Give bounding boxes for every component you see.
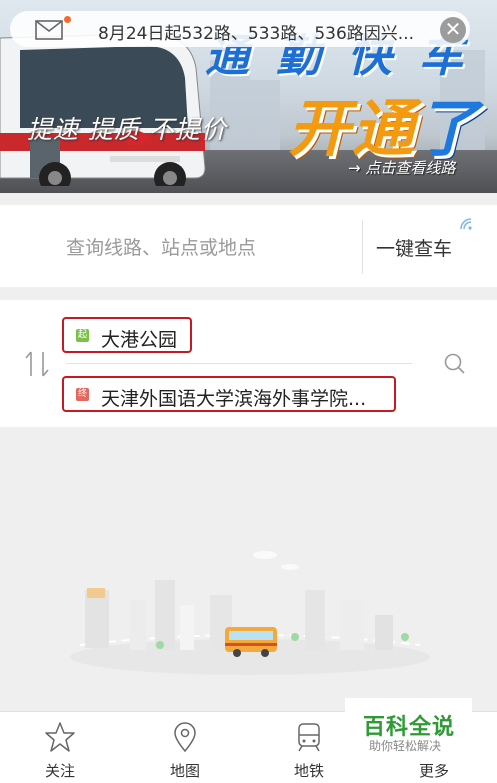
tab-map-label: 地图 (169, 762, 200, 780)
search-input[interactable]: 查询线路、站点或地点 (66, 233, 256, 260)
swap-icon[interactable] (24, 348, 50, 380)
map-pin-icon (174, 722, 196, 753)
route-divider (66, 363, 412, 364)
banner-kaitong-le: 了 (416, 92, 481, 165)
tab-metro-label: 地铁 (293, 762, 324, 780)
banner-kaitong-main: 开通 (288, 92, 417, 165)
close-icon[interactable]: ✕ (440, 17, 466, 43)
unread-dot (64, 16, 71, 23)
start-station-field[interactable]: 起 大港公园 (62, 317, 192, 353)
one-click-bus-button[interactable]: 一键查车 (376, 234, 452, 261)
banner-kaitong: 开通了 (288, 78, 480, 168)
notice-bar[interactable]: 8月24日起532路、533路、536路因兴... ✕ (10, 11, 470, 47)
view-route-link[interactable]: → 点击查看线路 (348, 157, 455, 178)
tab-follow[interactable]: 关注 (20, 712, 100, 783)
tab-metro[interactable]: 地铁 (269, 712, 349, 783)
promo-banner[interactable]: 通 勤 快 车 开通了 提速 提质 不提价 → 点击查看线路 8月24日起532… (0, 0, 497, 193)
metro-icon (298, 723, 320, 752)
start-tag: 起 (76, 329, 89, 342)
divider (362, 220, 363, 274)
mail-icon (35, 20, 63, 40)
tab-map[interactable]: 地图 (145, 712, 225, 783)
tab-follow-label: 关注 (44, 762, 75, 780)
start-station-name: 大港公园 (101, 329, 178, 351)
notice-text[interactable]: 8月24日起532路、533路、536路因兴... (98, 19, 414, 44)
background-building (250, 80, 280, 160)
search-icon[interactable] (444, 353, 466, 375)
end-station-field[interactable]: 终 天津外国语大学滨海外事学院... (62, 376, 396, 412)
banner-slogan: 提速 提质 不提价 (27, 115, 227, 144)
bus-image (0, 33, 206, 186)
signal-icon (460, 218, 472, 230)
end-tag: 终 (76, 388, 89, 401)
city-illustration (70, 551, 430, 675)
watermark: 百科全说 助你轻松解决 (345, 698, 472, 764)
star-icon (45, 722, 75, 752)
watermark-subtitle: 助你轻松解决 (369, 739, 442, 753)
end-station-name: 天津外国语大学滨海外事学院... (101, 388, 367, 410)
